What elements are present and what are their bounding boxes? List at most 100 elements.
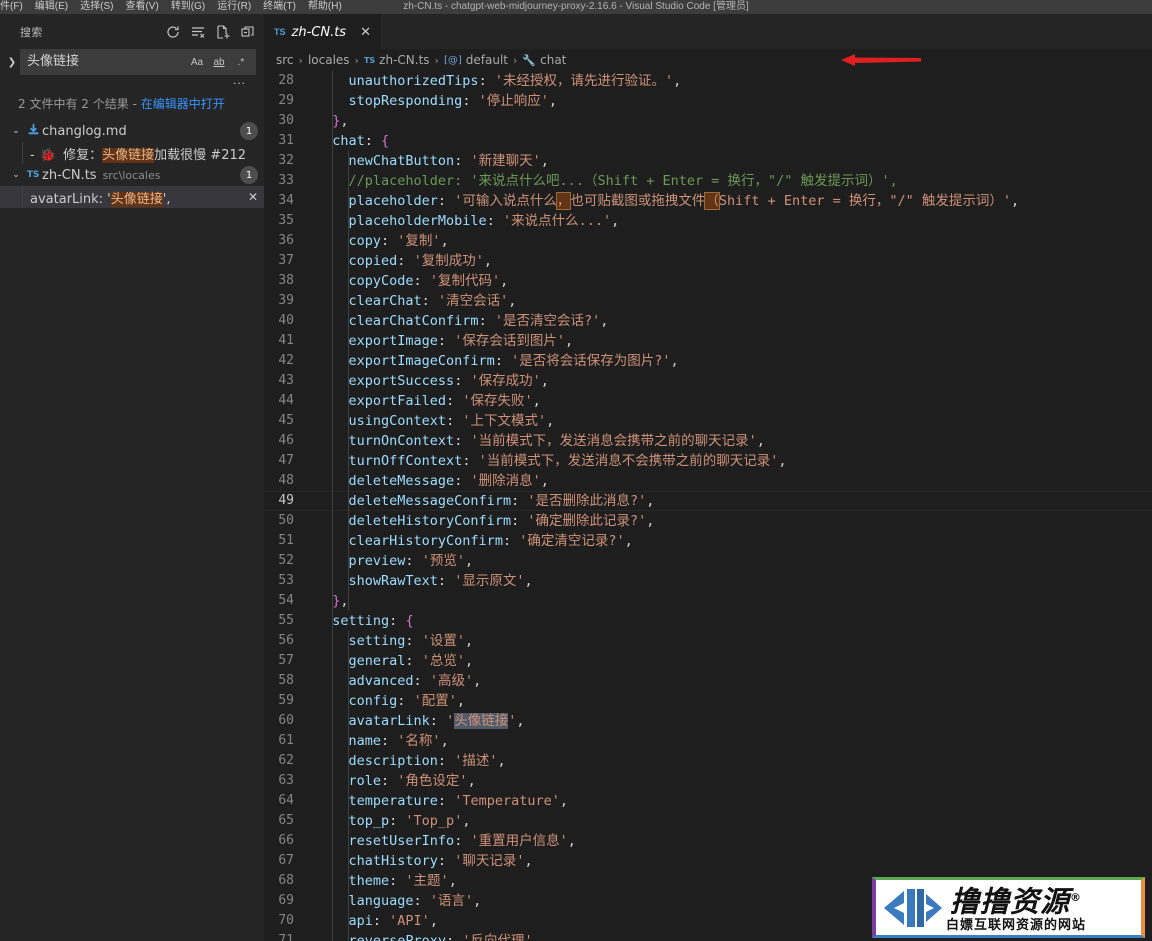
watermark-text: 撸撸资源® 白嫖互联网资源的网站 xyxy=(946,882,1086,933)
clear-search-results-icon[interactable] xyxy=(190,24,206,40)
code-line[interactable]: 45 usingContext: '上下文模式', xyxy=(264,411,1152,431)
code-line[interactable]: 51 clearHistoryConfirm: '确定清空记录?', xyxy=(264,531,1152,551)
code-line[interactable]: 58 advanced: '高级', xyxy=(264,671,1152,691)
code-line[interactable]: 65 top_p: 'Top_p', xyxy=(264,811,1152,831)
open-new-search-editor-icon[interactable] xyxy=(215,24,231,40)
menu-item-0[interactable]: 件(F) xyxy=(0,0,29,14)
result-match-row[interactable]: - 🐞 修复：头像链接加载很慢 #212 xyxy=(0,142,264,164)
code-line[interactable]: 47 turnOffContext: '当前模式下，发送消息不会携带之前的聊天记… xyxy=(264,451,1152,471)
code-line[interactable]: 28 unauthorizedTips: '未经授权，请先进行验证。', xyxy=(264,71,1152,91)
match-case-icon[interactable]: Aa xyxy=(189,54,205,70)
code-line[interactable]: 66 resetUserInfo: '重置用户信息', xyxy=(264,831,1152,851)
code-line[interactable]: 40 clearChatConfirm: '是否清空会话?', xyxy=(264,311,1152,331)
collapse-all-icon[interactable] xyxy=(240,24,256,40)
menu-item-6[interactable]: 终端(T) xyxy=(257,0,302,14)
code-line[interactable]: 33 //placeholder: '来说点什么吧...（Shift + Ent… xyxy=(264,171,1152,191)
code-line[interactable]: 62 description: '描述', xyxy=(264,751,1152,771)
summary-text: 2 文件中有 2 个结果 - xyxy=(18,97,141,111)
menu-item-7[interactable]: 帮助(H) xyxy=(302,0,348,14)
open-in-editor-link[interactable]: 在编辑器中打开 xyxy=(141,97,225,111)
code-line[interactable]: 55 setting: { xyxy=(264,611,1152,631)
code-line[interactable]: 54 }, xyxy=(264,591,1152,611)
code-line[interactable]: 29 stopResponding: '停止响应', xyxy=(264,91,1152,111)
toggle-search-details-icon[interactable]: ... xyxy=(0,74,264,91)
code-line[interactable]: 37 copied: '复制成功', xyxy=(264,251,1152,271)
code-line[interactable]: 39 clearChat: '清空会话', xyxy=(264,291,1152,311)
code-token: : xyxy=(511,493,528,509)
code-line[interactable]: 49 deleteMessageConfirm: '是否删除此消息?', xyxy=(264,491,1152,511)
code-token: setting xyxy=(348,633,406,649)
code-line[interactable]: 61 name: '名称', xyxy=(264,731,1152,751)
breadcrumb-item-locales[interactable]: locales xyxy=(308,53,350,67)
code-token: '复制代码' xyxy=(429,273,501,289)
code-line[interactable]: 59 config: '配置', xyxy=(264,691,1152,711)
code-line-content: deleteMessageConfirm: '是否删除此消息?', xyxy=(316,491,1152,511)
menu-item-1[interactable]: 编辑(E) xyxy=(29,0,74,14)
search-input-value[interactable]: 头像链接 xyxy=(27,49,189,75)
close-icon[interactable]: ✕ xyxy=(360,24,371,40)
code-line[interactable]: 30 }, xyxy=(264,111,1152,131)
code-line[interactable]: 63 role: '角色设定', xyxy=(264,771,1152,791)
code-line[interactable]: 46 turnOnContext: '当前模式下，发送消息会携带之前的聊天记录'… xyxy=(264,431,1152,451)
code-token: : xyxy=(413,273,430,289)
result-match-row[interactable]: avatarLink: '头像链接', ✕ xyxy=(0,186,264,208)
chevron-down-icon[interactable]: ⌄ xyxy=(8,170,24,180)
refresh-icon[interactable] xyxy=(165,24,181,40)
code-line[interactable]: 42 exportImageConfirm: '是否将会话保存为图片?', xyxy=(264,351,1152,371)
code-token: : xyxy=(413,673,430,689)
menu-bar[interactable]: 件(F) 编辑(E) 选择(S) 查看(V) 转到(G) 运行(R) 终端(T) 帮助(H) xyxy=(0,0,348,14)
code-line[interactable]: 44 exportFailed: '保存失败', xyxy=(264,391,1152,411)
code-line[interactable]: 36 copy: '复制', xyxy=(264,231,1152,251)
code-token: clearHistoryConfirm xyxy=(348,533,503,549)
menu-item-3[interactable]: 查看(V) xyxy=(119,0,164,14)
code-token: '可输入说点什么 xyxy=(454,193,557,209)
dismiss-match-icon[interactable]: ✕ xyxy=(242,190,258,204)
code-token: , xyxy=(540,153,549,169)
match-whole-word-icon[interactable]: ab xyxy=(211,54,227,70)
code-line[interactable]: 31 chat: { xyxy=(264,131,1152,151)
code-line[interactable]: 32 newChatButton: '新建聊天', xyxy=(264,151,1152,171)
code-token: exportImage xyxy=(348,333,438,349)
code-line[interactable]: 60 avatarLink: '头像链接', xyxy=(264,711,1152,731)
code-line[interactable]: 41 exportImage: '保存会话到图片', xyxy=(264,331,1152,351)
code-token: : xyxy=(454,433,471,449)
menu-item-4[interactable]: 转到(G) xyxy=(165,0,211,14)
code-line[interactable]: 57 general: '总览', xyxy=(264,651,1152,671)
code-line[interactable]: 38 copyCode: '复制代码', xyxy=(264,271,1152,291)
breadcrumb-item-src[interactable]: src xyxy=(276,53,294,67)
tab-zh-cn-ts[interactable]: TS zh-CN.ts ✕ xyxy=(264,14,381,49)
toggle-replace-icon[interactable]: ❯ xyxy=(6,49,18,75)
use-regex-icon[interactable]: .* xyxy=(233,54,249,70)
menu-item-2[interactable]: 选择(S) xyxy=(74,0,119,14)
code-line[interactable]: 67 chatHistory: '聊天记录', xyxy=(264,851,1152,871)
code-token: : xyxy=(405,553,422,569)
code-token: : xyxy=(397,693,414,709)
code-editor[interactable]: 28 unauthorizedTips: '未经授权，请先进行验证。', 29 s… xyxy=(264,71,1152,941)
code-line[interactable]: 48 deleteMessage: '删除消息', xyxy=(264,471,1152,491)
breadcrumb-item-chat[interactable]: 🔧 chat xyxy=(522,53,566,67)
code-token: '新建聊天' xyxy=(470,153,541,169)
code-line[interactable]: 34 placeholder: '可输入说点什么，也可贴截图或拖拽文件（Shif… xyxy=(264,191,1152,211)
code-token: , xyxy=(756,433,765,449)
code-line[interactable]: 56 setting: '设置', xyxy=(264,631,1152,651)
code-line[interactable]: 64 temperature: 'Temperature', xyxy=(264,791,1152,811)
search-input[interactable]: 头像链接 Aa ab .* xyxy=(20,49,256,75)
code-token: '清空会话' xyxy=(437,293,509,309)
result-file-row[interactable]: ⌄ changlog.md 1 xyxy=(0,120,264,142)
code-token: preview xyxy=(348,553,406,569)
code-line[interactable]: 50 deleteHistoryConfirm: '确定删除此记录?', xyxy=(264,511,1152,531)
line-number: 68 xyxy=(278,873,294,888)
result-file-row[interactable]: ⌄ TS zh-CN.ts src\locales 1 xyxy=(0,164,264,186)
code-line[interactable]: 43 exportSuccess: '保存成功', xyxy=(264,371,1152,391)
code-token: temperature xyxy=(348,793,438,809)
code-line[interactable]: 52 preview: '预览', xyxy=(264,551,1152,571)
menu-item-5[interactable]: 运行(R) xyxy=(211,0,257,14)
watermark-title: 撸撸资源® xyxy=(950,884,1083,919)
chevron-down-icon[interactable]: ⌄ xyxy=(8,126,24,136)
code-line-content: placeholderMobile: '来说点什么...', xyxy=(316,211,1152,231)
breadcrumb-item-default[interactable]: [@] default xyxy=(444,53,508,67)
breadcrumb-item-zh-CN.ts[interactable]: TS zh-CN.ts xyxy=(364,53,430,67)
code-line[interactable]: 53 showRawText: '显示原文', xyxy=(264,571,1152,591)
code-line[interactable]: 35 placeholderMobile: '来说点什么...', xyxy=(264,211,1152,231)
